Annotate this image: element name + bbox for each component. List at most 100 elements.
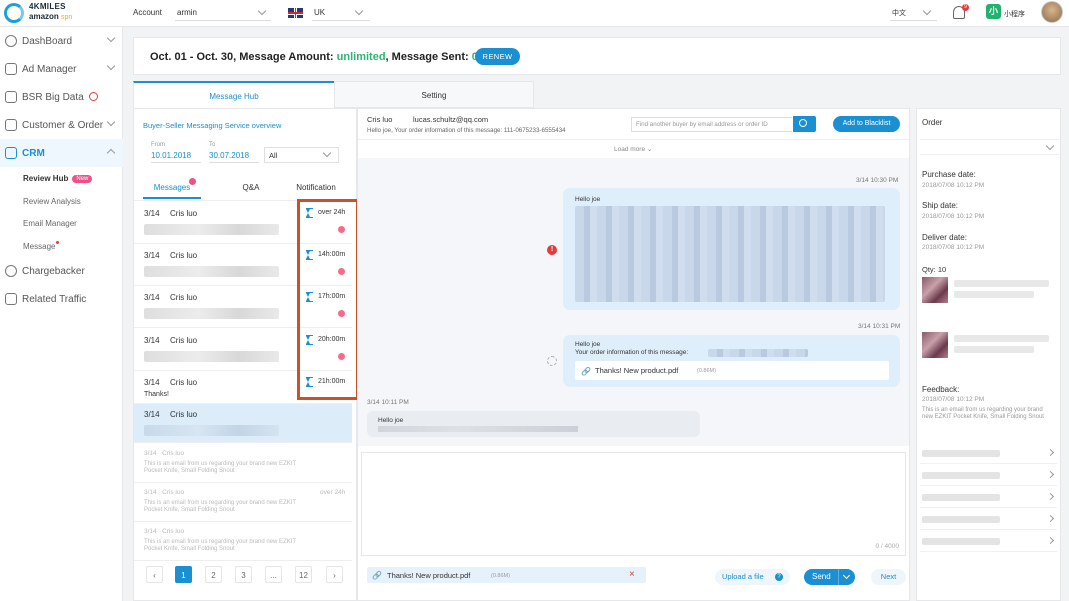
outgoing-message: Hello joe: [563, 188, 900, 310]
quota-amount: unlimited: [336, 51, 386, 63]
account-select[interactable]: armin: [175, 5, 271, 21]
attachment-chip[interactable]: 🔗 Thanks! New product.pdf (0.86M): [575, 361, 889, 380]
renew-button[interactable]: RENEW: [475, 48, 520, 65]
unread-dot: [56, 241, 60, 244]
next-button[interactable]: Next: [871, 569, 906, 585]
mini-program-label[interactable]: 小程序: [1004, 9, 1025, 19]
mini-program-icon[interactable]: 小: [986, 4, 1001, 19]
attachment-name: Thanks! New product.pdf: [387, 571, 471, 580]
to-label: To: [209, 142, 216, 148]
list-item[interactable]: 3/14 Cris luo over 24h This is an email …: [134, 483, 352, 522]
order-detail-row[interactable]: [920, 443, 1057, 464]
from-date-input[interactable]: 10.01.2018: [151, 151, 201, 163]
remove-attachment-icon[interactable]: ×: [629, 569, 635, 580]
order-detail-row[interactable]: [920, 487, 1057, 508]
send-button[interactable]: Send: [804, 569, 855, 585]
sidebar-item-related-traffic[interactable]: Related Traffic: [0, 285, 123, 313]
sidebar: DashBoard Ad Manager BSR Big Data Custom…: [0, 27, 123, 601]
message-sender: Cris luo: [170, 410, 198, 419]
attachment-size: (0.86M): [697, 368, 716, 374]
traffic-icon: [5, 293, 17, 305]
time-remaining: over 24h: [320, 489, 346, 496]
sidebar-item-ad-manager[interactable]: Ad Manager: [0, 55, 123, 83]
product-title: [954, 280, 1049, 287]
sidebar-sub-message[interactable]: Message: [23, 241, 60, 251]
attachment-size: (0.86M): [491, 573, 510, 579]
tab-setting[interactable]: Setting: [334, 81, 534, 108]
load-more-link[interactable]: Load more ⌄: [614, 145, 652, 153]
tab-notification[interactable]: Notification: [285, 183, 347, 192]
product-title: [954, 346, 1034, 353]
message-time: 3/14 10:31 PM: [858, 323, 901, 330]
buyer-email: lucas.schultz@qq.com: [413, 115, 489, 124]
product-image: [922, 332, 948, 358]
avatar[interactable]: [1041, 1, 1063, 23]
tab-messages[interactable]: Messages: [143, 178, 201, 199]
top-bar: 4KMILES amazon spn Account armin UK 中文 9…: [0, 0, 1069, 27]
sidebar-item-label: Customer & Order: [22, 120, 104, 131]
sidebar-item-label: Ad Manager: [22, 64, 77, 75]
product-image: [922, 277, 948, 303]
next-page-button[interactable]: ›: [326, 566, 343, 583]
order-select[interactable]: [920, 139, 1059, 155]
sidebar-sub-review-hub[interactable]: Review Hub New: [23, 174, 93, 183]
message-time: 3/14 10:11 PM: [367, 399, 409, 406]
page-button-12[interactable]: 12: [295, 566, 312, 583]
page-button-1[interactable]: 1: [175, 566, 192, 583]
sidebar-item-dashboard[interactable]: DashBoard: [0, 27, 123, 55]
message-preview: [144, 308, 279, 319]
order-detail-row[interactable]: [920, 531, 1057, 552]
sidebar-item-chargebacker[interactable]: Chargebacker: [0, 257, 123, 285]
message-date-sender: 3/14 Cris luo: [144, 489, 185, 496]
page-ellipsis: ...: [265, 566, 282, 583]
sidebar-item-bsr[interactable]: BSR Big Data: [0, 83, 123, 111]
chevron-right-icon: [1046, 448, 1055, 457]
account-label: Account: [133, 8, 162, 17]
chargeback-icon: [5, 265, 17, 277]
add-to-blacklist-button[interactable]: Add to Blacklist: [833, 116, 900, 132]
reply-textarea[interactable]: 0 / 4000: [361, 452, 906, 556]
tab-qa[interactable]: Q&A: [222, 183, 280, 192]
purchase-date-value: 2018/07/08 10:12 PM: [922, 182, 985, 189]
ship-date-label: Ship date:: [922, 201, 959, 210]
message-date: 3/14: [144, 251, 160, 260]
list-item[interactable]: 3/14 Cris luo This is an email from us r…: [134, 444, 352, 483]
message-preview: [144, 351, 279, 362]
order-detail-row[interactable]: [920, 509, 1057, 530]
message-date: 3/14: [144, 293, 160, 302]
sidebar-item-customer-order[interactable]: Customer & Order: [0, 111, 123, 139]
message-greeting: Hello joe: [575, 341, 601, 348]
prev-page-button[interactable]: ‹: [146, 566, 163, 583]
tab-message-hub[interactable]: Message Hub: [133, 81, 334, 108]
logo-icon: [4, 3, 24, 23]
upload-file-button[interactable]: Upload a file?: [715, 569, 790, 585]
search-button[interactable]: [793, 116, 816, 132]
chevron-down-icon: [106, 33, 116, 43]
compose-attachment-chip[interactable]: 🔗 Thanks! New product.pdf (0.86M) ×: [367, 567, 646, 583]
sidebar-item-crm[interactable]: CRM: [0, 139, 123, 167]
paperclip-icon: 🔗: [372, 571, 382, 580]
error-icon[interactable]: !: [547, 245, 557, 255]
sidebar-item-label: Related Traffic: [22, 294, 87, 305]
message-time: 3/14 10:30 PM: [856, 177, 899, 184]
ship-date-value: 2018/07/08 10:12 PM: [922, 213, 985, 220]
quota-header: Oct. 01 - Oct. 30, Message Amount: unlim…: [133, 37, 1061, 75]
logo-subtext: amazon spn: [29, 12, 72, 21]
sidebar-sub-email-manager[interactable]: Email Manager: [23, 219, 77, 228]
list-item[interactable]: 3/14 Cris luo This is an email from us r…: [134, 522, 352, 561]
sidebar-sub-review-analysis[interactable]: Review Analysis: [23, 197, 81, 206]
message-greeting: Hello joe: [378, 417, 404, 424]
buyer-search-input[interactable]: Find another buyer by email address or o…: [631, 117, 792, 132]
loading-spinner-icon: [547, 356, 557, 366]
overview-link[interactable]: Buyer-Seller Messaging Service overview: [143, 121, 281, 130]
page-button-3[interactable]: 3: [235, 566, 252, 583]
list-item-selected[interactable]: 3/14 Cris luo: [134, 404, 352, 443]
message-body: [575, 206, 885, 302]
order-detail-row[interactable]: [920, 465, 1057, 486]
language-select[interactable]: 中文: [890, 5, 937, 21]
to-date-input[interactable]: 30.07.2018: [209, 151, 259, 163]
page-button-2[interactable]: 2: [205, 566, 222, 583]
marketplace-select[interactable]: UK: [312, 5, 370, 21]
ad-icon: [5, 63, 17, 75]
product-title: [954, 291, 1034, 298]
